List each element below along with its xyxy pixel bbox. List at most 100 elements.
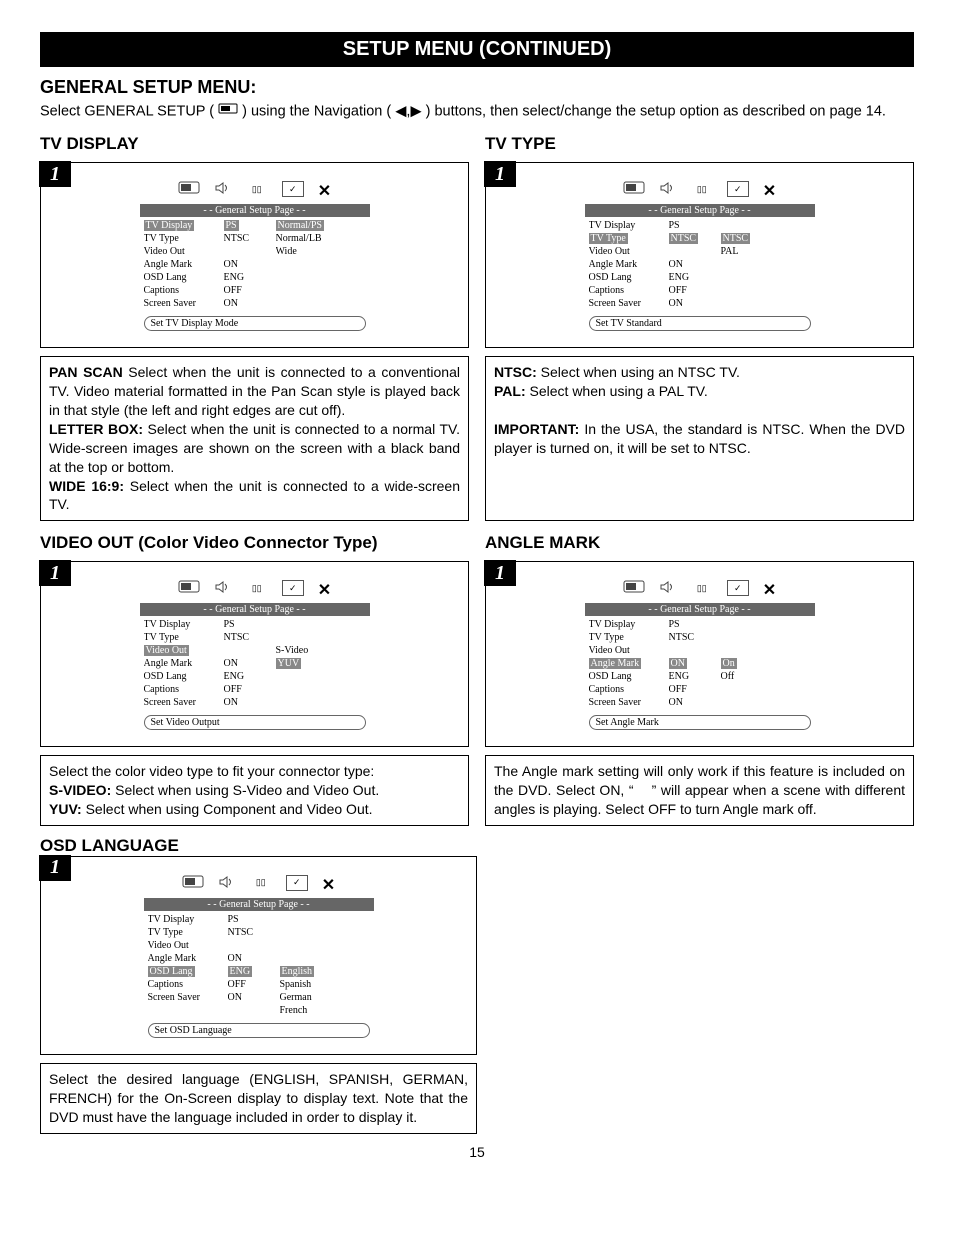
- osd-header: - - General Setup Page - -: [140, 204, 370, 217]
- osd-footer: Set TV Display Mode: [144, 316, 366, 331]
- dolby-icon: ▯▯: [250, 875, 272, 891]
- video-out-heading: VIDEO OUT (Color Video Connector Type): [40, 533, 469, 553]
- tv-type-heading: TV TYPE: [485, 134, 914, 154]
- osd-row: Captions OFF Spanish: [148, 978, 374, 991]
- osd-row: Screen Saver ON: [589, 297, 815, 310]
- check-icon: ✓: [727, 580, 749, 596]
- page-number: 15: [40, 1144, 914, 1160]
- osd-row: OSD Lang ENG: [144, 271, 370, 284]
- speaker-icon: [659, 181, 677, 201]
- video-out-desc: Select the color video type to fit your …: [40, 755, 469, 826]
- osd-header: - - General Setup Page - -: [585, 603, 815, 616]
- step-badge: 1: [39, 161, 71, 187]
- osdlang-panel: 1 ▯▯ ✓ ✕ - - General Setup Page - - TV D…: [40, 856, 477, 1055]
- osd-footer: Set Angle Mark: [589, 715, 811, 730]
- osd-row: Angle Mark ON: [589, 258, 815, 271]
- speaker-icon: [218, 875, 236, 895]
- osd-row: OSD Lang ENG: [144, 670, 370, 683]
- osd-row: Angle Mark ON YUV: [144, 657, 370, 670]
- speaker-icon: [214, 580, 232, 600]
- right-arrow-icon: ▶: [410, 104, 421, 120]
- dolby-icon: ▯▯: [691, 181, 713, 197]
- osd-row: TV Display PS: [148, 913, 374, 926]
- osd-row: Angle Mark ON On: [589, 657, 815, 670]
- osd-row: Angle Mark ON: [144, 258, 370, 271]
- anglemark-panel: 1 ▯▯ ✓ ✕ - - General Setup Page - - TV D…: [485, 561, 914, 747]
- osd-row: Screen Saver ON German: [148, 991, 374, 1004]
- osd-row: Video Out: [589, 644, 815, 657]
- osd-header: - - General Setup Page - -: [140, 603, 370, 616]
- angle-mark-heading: ANGLE MARK: [485, 533, 914, 553]
- osd-row: OSD Lang ENG English: [148, 965, 374, 978]
- osd-row: Screen Saver ON: [144, 297, 370, 310]
- osd-row: Screen Saver ON: [589, 696, 815, 709]
- left-arrow-icon: ◀: [395, 104, 406, 120]
- osd-tab-row: ▯▯ ✓ ✕: [140, 580, 370, 600]
- osd-tab-row: ▯▯ ✓ ✕: [144, 875, 374, 895]
- osd-screen: ▯▯ ✓ ✕ - - General Setup Page - - TV Dis…: [585, 177, 815, 333]
- osd-tab-row: ▯▯ ✓ ✕: [585, 181, 815, 201]
- videoout-panel: 1 ▯▯ ✓ ✕ - - General Setup Page - - TV D…: [40, 561, 469, 747]
- osd-row: TV Display PS Normal/PS: [144, 219, 370, 232]
- check-icon: ✓: [286, 875, 308, 891]
- osd-screen: ▯▯ ✓ ✕ - - General Setup Page - - TV Dis…: [144, 871, 374, 1040]
- osd-row: TV Type NTSC NTSC: [589, 232, 815, 245]
- tvdisplay-panel: 1 ▯▯ ✓ ✕ - - General Setup Page - - TV D…: [40, 162, 469, 348]
- osd-tab-row: ▯▯ ✓ ✕: [585, 580, 815, 600]
- osd-row: Video Out: [148, 939, 374, 952]
- tools-icon: ✕: [763, 580, 776, 600]
- dolby-icon: ▯▯: [691, 580, 713, 596]
- osd-row: Video Out Wide: [144, 245, 370, 258]
- osd-row: TV Type NTSC Normal/LB: [144, 232, 370, 245]
- osd-row: TV Type NTSC: [148, 926, 374, 939]
- page-title: SETUP MENU (CONTINUED): [40, 32, 914, 67]
- osd-language-heading: OSD LANGUAGE: [40, 836, 477, 856]
- osd-row: Screen Saver ON: [144, 696, 370, 709]
- tv-type-desc: NTSC: Select when using an NTSC TV.PAL: …: [485, 356, 914, 521]
- dolby-icon: ▯▯: [246, 181, 268, 197]
- tools-icon: ✕: [763, 181, 776, 201]
- osd-row: TV Display PS: [589, 219, 815, 232]
- osd-row: Video Out S-Video: [144, 644, 370, 657]
- osd-screen: ▯▯ ✓ ✕ - - General Setup Page - - TV Dis…: [140, 177, 370, 333]
- monitor-icon: [623, 181, 645, 201]
- osd-row: Captions OFF: [144, 683, 370, 696]
- osd-row: TV Display PS: [144, 618, 370, 631]
- monitor-icon: [218, 102, 238, 122]
- osd-row: Video Out PAL: [589, 245, 815, 258]
- monitor-icon: [182, 875, 204, 895]
- tv-display-heading: TV DISPLAY: [40, 134, 469, 154]
- step-badge: 1: [39, 855, 71, 881]
- check-icon: ✓: [282, 580, 304, 596]
- osd-screen: ▯▯ ✓ ✕ - - General Setup Page - - TV Dis…: [585, 576, 815, 732]
- osd-row: TV Display PS: [589, 618, 815, 631]
- step-badge: 1: [39, 560, 71, 586]
- osd-tab-row: ▯▯ ✓ ✕: [140, 181, 370, 201]
- osd-screen: ▯▯ ✓ ✕ - - General Setup Page - - TV Dis…: [140, 576, 370, 732]
- osd-header: - - General Setup Page - -: [144, 898, 374, 911]
- speaker-icon: [659, 580, 677, 600]
- tvtype-panel: 1 ▯▯ ✓ ✕ - - General Setup Page - - TV D…: [485, 162, 914, 348]
- tools-icon: ✕: [318, 181, 331, 201]
- monitor-icon: [178, 580, 200, 600]
- monitor-icon: [623, 580, 645, 600]
- osd-footer: Set Video Output: [144, 715, 366, 730]
- tv-display-desc: PAN SCAN Select when the unit is connect…: [40, 356, 469, 521]
- check-icon: ✓: [282, 181, 304, 197]
- osd-row: Captions OFF: [589, 683, 815, 696]
- osd-row: TV Type NTSC: [144, 631, 370, 644]
- check-icon: ✓: [727, 181, 749, 197]
- step-badge: 1: [484, 161, 516, 187]
- monitor-icon: [178, 181, 200, 201]
- step-badge: 1: [484, 560, 516, 586]
- intro-text: Select GENERAL SETUP ( ) using the Navig…: [40, 102, 914, 122]
- general-setup-heading: GENERAL SETUP MENU:: [40, 77, 914, 98]
- osd-row: French: [148, 1004, 374, 1017]
- tools-icon: ✕: [318, 580, 331, 600]
- dolby-icon: ▯▯: [246, 580, 268, 596]
- tools-icon: ✕: [322, 875, 335, 895]
- osd-row: Captions OFF: [589, 284, 815, 297]
- osd-footer: Set TV Standard: [589, 316, 811, 331]
- speaker-icon: [214, 181, 232, 201]
- osd-row: Captions OFF: [144, 284, 370, 297]
